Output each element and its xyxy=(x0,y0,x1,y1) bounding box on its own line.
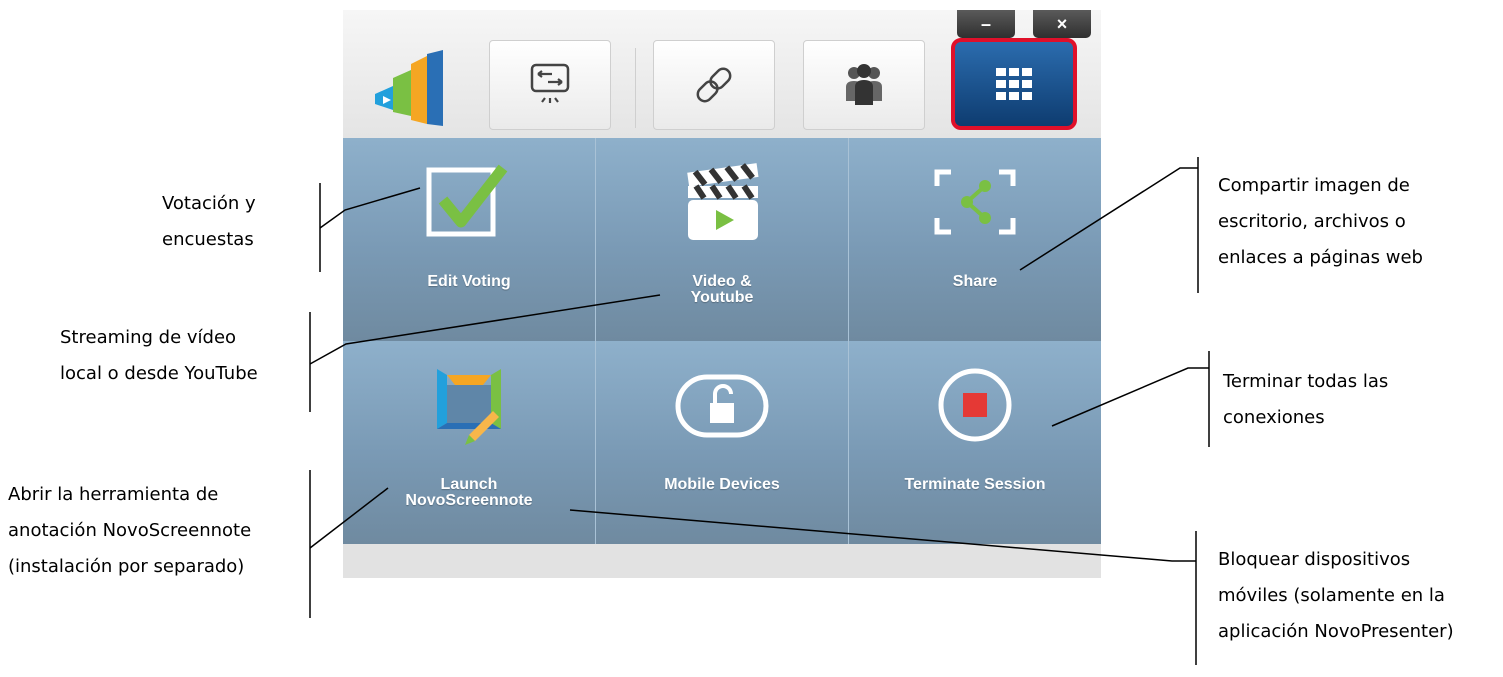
annotation-mobile: Bloquear dispositivos móviles (solamente… xyxy=(1218,542,1454,650)
annotation-line: local o desde YouTube xyxy=(60,363,258,384)
annotation-line: Bloquear dispositivos xyxy=(1218,549,1411,570)
annotation-line: aplicación NovoPresenter) xyxy=(1218,621,1454,642)
annotation-line: Streaming de vídeo xyxy=(60,327,237,348)
annotation-line: enlaces a páginas web xyxy=(1218,247,1423,268)
annotation-terminate: Terminar todas las conexiones xyxy=(1223,364,1388,436)
annotation-line: Votación y xyxy=(162,193,256,214)
annotation-line: Terminar todas las xyxy=(1223,371,1389,392)
annotation-share: Compartir imagen de escritorio, archivos… xyxy=(1218,168,1423,276)
annotation-line: anotación NovoScreennote xyxy=(8,520,252,541)
annotation-line: móviles (solamente en la xyxy=(1218,585,1445,606)
annotation-streaming: Streaming de vídeo local o desde YouTube xyxy=(60,320,258,392)
annotation-novoscreennote: Abrir la herramienta de anotación NovoSc… xyxy=(8,477,251,585)
annotation-line: conexiones xyxy=(1223,407,1325,428)
annotation-line: Compartir imagen de xyxy=(1218,175,1410,196)
annotation-line: encuestas xyxy=(162,229,254,250)
annotation-voting: Votación y encuestas xyxy=(162,186,256,258)
annotation-line: Abrir la herramienta de xyxy=(8,484,219,505)
annotation-line: (instalación por separado) xyxy=(8,556,245,577)
annotation-line: escritorio, archivos o xyxy=(1218,211,1406,232)
